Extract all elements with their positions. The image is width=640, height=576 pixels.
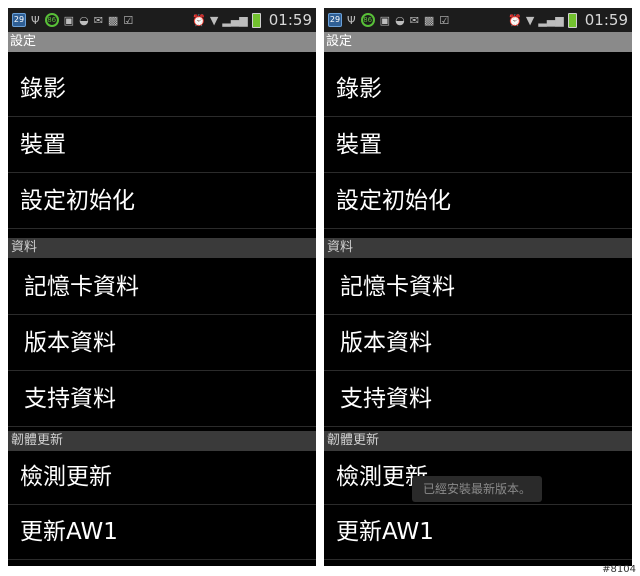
alarm-icon: ⏰ [192, 13, 206, 27]
calendar-icon: 29 [328, 13, 342, 27]
mail-icon: ✉ [409, 13, 419, 27]
calendar-icon: 29 [12, 13, 26, 27]
clipboard-check-icon: ☑ [123, 13, 134, 27]
menu-item-support-info[interactable]: 支持資料 [324, 372, 632, 427]
menu-item-memory-card-info[interactable]: 記憶卡資料 [324, 260, 632, 315]
menu-item-update-aw1[interactable]: 更新AW1 [324, 505, 632, 560]
usb-icon: Ψ [347, 13, 356, 27]
image-icon: ▣ [379, 13, 391, 27]
signal-icon: ▂▄▆ [538, 13, 564, 27]
notification-icon: ◒ [395, 13, 405, 27]
menu-item-recording[interactable]: 錄影 [8, 62, 316, 117]
menu-item-check-update[interactable]: 檢測更新 [8, 450, 316, 505]
mail-icon: ✉ [93, 13, 103, 27]
section-header-info: 資料 [8, 238, 316, 258]
image-icon: ▣ [63, 13, 75, 27]
wifi-icon: ▼ [209, 13, 219, 27]
page-title: 設定 [8, 32, 316, 52]
battery-percent-icon: 86 [360, 13, 375, 27]
menu-item-reset-settings[interactable]: 設定初始化 [324, 174, 632, 229]
menu-item-reset-settings[interactable]: 設定初始化 [8, 174, 316, 229]
usb-icon: Ψ [31, 13, 40, 27]
menu-item-support-info[interactable]: 支持資料 [8, 372, 316, 427]
menu-item-device[interactable]: 裝置 [324, 118, 632, 173]
battery-icon [567, 12, 577, 28]
notification-icon: ◒ [79, 13, 89, 27]
screen-right: 29 Ψ 86 ▣ ◒ ✉ ▩ ☑ ⏰ ▼ ▂▄▆ 01:59 設定 錄影 裝置… [324, 8, 632, 566]
section-header-firmware: 韌體更新 [8, 431, 316, 451]
wifi-icon: ▼ [525, 13, 535, 27]
clipboard-check-icon: ☑ [439, 13, 450, 27]
menu-item-version-info[interactable]: 版本資料 [324, 316, 632, 371]
status-time: 01:59 [584, 11, 628, 29]
battery-percent-icon: 86 [44, 13, 59, 27]
photo-icon: ▩ [107, 13, 119, 27]
page-title: 設定 [324, 32, 632, 52]
status-bar: 29 Ψ 86 ▣ ◒ ✉ ▩ ☑ ⏰ ▼ ▂▄▆ 01:59 [324, 8, 632, 32]
alarm-icon: ⏰ [508, 13, 522, 27]
menu-item-update-aw1[interactable]: 更新AW1 [8, 505, 316, 560]
signal-icon: ▂▄▆ [222, 13, 248, 27]
battery-icon [251, 12, 261, 28]
menu-item-recording[interactable]: 錄影 [324, 62, 632, 117]
toast-message: 已經安裝最新版本。 [412, 476, 542, 502]
menu-item-device[interactable]: 裝置 [8, 118, 316, 173]
section-header-info: 資料 [324, 238, 632, 258]
status-bar: 29 Ψ 86 ▣ ◒ ✉ ▩ ☑ ⏰ ▼ ▂▄▆ 01:59 [8, 8, 316, 32]
status-time: 01:59 [268, 11, 312, 29]
section-header-firmware: 韌體更新 [324, 431, 632, 451]
menu-item-memory-card-info[interactable]: 記憶卡資料 [8, 260, 316, 315]
menu-item-version-info[interactable]: 版本資料 [8, 316, 316, 371]
watermark: #8104 [602, 564, 636, 575]
photo-icon: ▩ [423, 13, 435, 27]
screen-left: 29 Ψ 86 ▣ ◒ ✉ ▩ ☑ ⏰ ▼ ▂▄▆ 01:59 設定 錄影 裝置… [8, 8, 316, 566]
